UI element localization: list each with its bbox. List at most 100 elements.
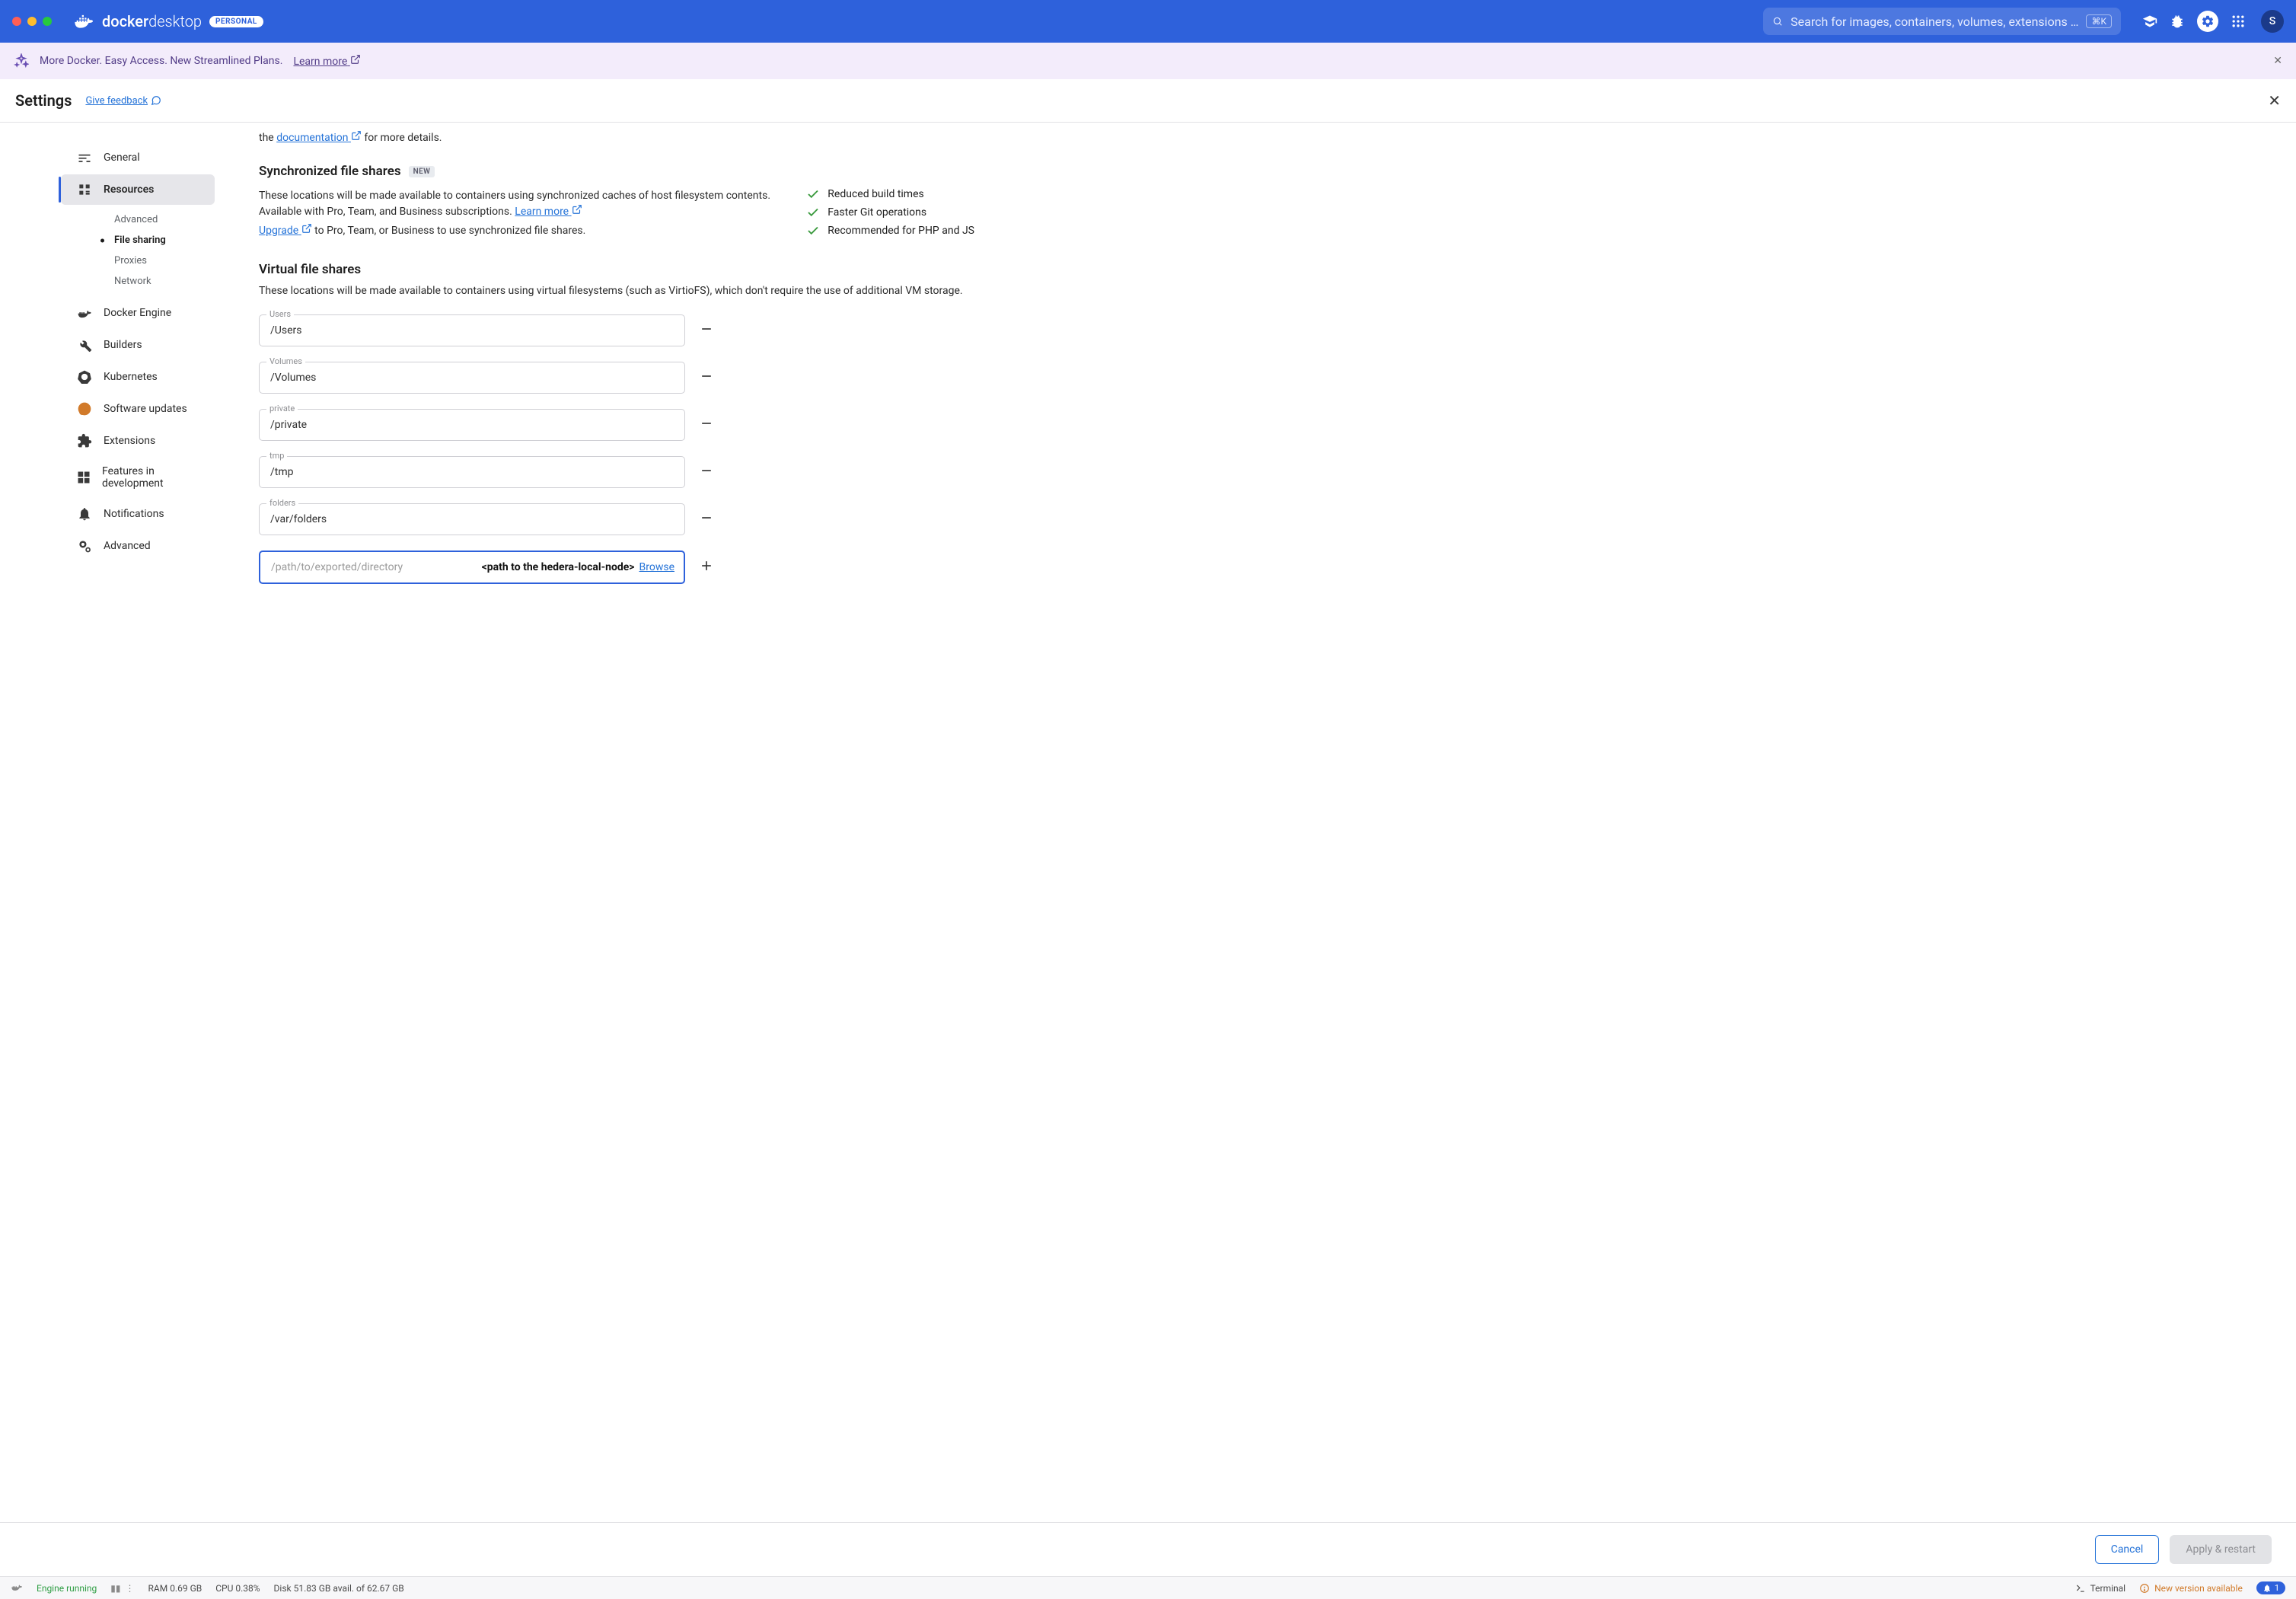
settings-close-button[interactable]: ✕ bbox=[2268, 91, 2281, 110]
sidebar-item-docker-engine[interactable]: Docker Engine bbox=[61, 298, 215, 328]
share-label: folders bbox=[266, 498, 298, 508]
remove-share-button[interactable] bbox=[699, 463, 714, 481]
window-controls bbox=[12, 17, 52, 26]
feedback-icon bbox=[151, 95, 161, 106]
sidebar-item-software-updates[interactable]: Software updates bbox=[61, 394, 215, 424]
sidebar-item-features[interactable]: Features in development bbox=[61, 458, 215, 497]
whale-status-icon bbox=[11, 1581, 23, 1595]
benefit-item: Recommended for PHP and JS bbox=[806, 222, 974, 240]
share-row: Volumes/Volumes bbox=[259, 362, 974, 394]
external-link-icon bbox=[351, 130, 362, 141]
documentation-link[interactable]: documentation bbox=[276, 132, 362, 144]
settings-header: Settings Give feedback ✕ bbox=[0, 79, 2296, 122]
sliders-icon bbox=[76, 150, 93, 165]
give-feedback-link[interactable]: Give feedback bbox=[85, 95, 161, 107]
upgrade-line: Upgrade to Pro, Team, or Business to use… bbox=[259, 223, 788, 239]
banner-learn-more-link[interactable]: Learn more bbox=[293, 54, 360, 68]
sidebar-item-extensions[interactable]: Extensions bbox=[61, 426, 215, 456]
sidebar-item-builders[interactable]: Builders bbox=[61, 330, 215, 360]
docker-whale-icon bbox=[73, 11, 94, 32]
cpu-stat: CPU 0.38% bbox=[215, 1583, 260, 1594]
sidebar-item-resources[interactable]: Resources bbox=[61, 174, 215, 205]
info-circle-icon bbox=[2139, 1583, 2150, 1594]
benefit-item: Faster Git operations bbox=[806, 203, 974, 222]
updates-icon bbox=[76, 401, 93, 417]
fullscreen-window-button[interactable] bbox=[43, 17, 52, 26]
share-row: tmp/tmp bbox=[259, 456, 974, 488]
settings-sidebar: General Resources Advanced File sharing … bbox=[0, 123, 228, 1522]
account-avatar[interactable]: S bbox=[2261, 10, 2284, 33]
ram-stat: RAM 0.69 GB bbox=[148, 1583, 202, 1594]
notification-count[interactable]: 1 bbox=[2256, 1581, 2285, 1594]
add-share-hint: <path to the hedera-local-node> bbox=[482, 561, 635, 573]
banner-text: More Docker. Easy Access. New Streamline… bbox=[40, 55, 282, 67]
minimize-window-button[interactable] bbox=[27, 17, 37, 26]
brand-text: dockerdesktop bbox=[102, 12, 202, 30]
status-bar: Engine running ▮▮ ⋮ RAM 0.69 GB CPU 0.38… bbox=[0, 1576, 2296, 1599]
check-icon bbox=[806, 224, 820, 238]
upgrade-link[interactable]: Upgrade bbox=[259, 225, 312, 237]
check-icon bbox=[806, 187, 820, 201]
share-path-input[interactable]: /private bbox=[259, 409, 685, 441]
terminal-icon bbox=[2075, 1583, 2086, 1594]
sidebar-item-notifications[interactable]: Notifications bbox=[61, 499, 215, 529]
sidebar-item-general[interactable]: General bbox=[61, 142, 215, 173]
learning-icon[interactable] bbox=[2142, 14, 2157, 29]
sync-shares-heading: Synchronized file shares NEW bbox=[259, 164, 974, 179]
benefit-item: Reduced build times bbox=[806, 185, 974, 203]
remove-share-button[interactable] bbox=[699, 321, 714, 340]
apply-restart-button[interactable]: Apply & restart bbox=[2170, 1535, 2272, 1564]
search-placeholder: Search for images, containers, volumes, … bbox=[1791, 14, 2078, 29]
sidebar-subitem-advanced[interactable]: Advanced bbox=[0, 209, 222, 230]
apps-grid-icon[interactable] bbox=[2231, 14, 2246, 29]
grid-icon bbox=[76, 470, 91, 485]
banner-close-button[interactable]: ✕ bbox=[2273, 55, 2282, 67]
titlebar: dockerdesktop PERSONAL Search for images… bbox=[0, 0, 2296, 43]
kubernetes-icon bbox=[76, 369, 93, 385]
bug-icon[interactable] bbox=[2170, 14, 2185, 29]
engine-status[interactable]: Engine running bbox=[37, 1583, 97, 1594]
benefit-list: Reduced build times Faster Git operation… bbox=[806, 185, 974, 240]
sync-description: These locations will be made available t… bbox=[259, 188, 788, 220]
sidebar-subitem-proxies[interactable]: Proxies bbox=[0, 251, 222, 271]
search-shortcut: ⌘K bbox=[2086, 14, 2112, 28]
add-share-input[interactable] bbox=[269, 560, 477, 575]
virtual-shares-heading: Virtual file shares bbox=[259, 262, 974, 277]
remove-share-button[interactable] bbox=[699, 369, 714, 387]
sync-learn-more-link[interactable]: Learn more bbox=[515, 206, 582, 218]
share-path-input[interactable]: /Volumes bbox=[259, 362, 685, 394]
resources-icon bbox=[76, 182, 93, 197]
terminal-button[interactable]: Terminal bbox=[2075, 1583, 2126, 1594]
external-link-icon bbox=[572, 204, 582, 215]
close-window-button[interactable] bbox=[12, 17, 21, 26]
sidebar-subitem-file-sharing[interactable]: File sharing bbox=[0, 230, 222, 251]
doc-partial-line: the documentation for more details. bbox=[259, 130, 974, 144]
share-row: folders/var/folders bbox=[259, 503, 974, 535]
share-path-input[interactable]: /tmp bbox=[259, 456, 685, 488]
sidebar-subitem-network[interactable]: Network bbox=[0, 271, 222, 292]
new-version-link[interactable]: New version available bbox=[2139, 1583, 2243, 1594]
global-search[interactable]: Search for images, containers, volumes, … bbox=[1763, 8, 2121, 35]
add-share-field[interactable]: <path to the hedera-local-node> Browse bbox=[259, 551, 685, 584]
pause-icon[interactable]: ▮▮ bbox=[110, 1583, 120, 1594]
gears-icon bbox=[76, 538, 93, 554]
share-label: Users bbox=[266, 309, 294, 319]
remove-share-button[interactable] bbox=[699, 416, 714, 434]
share-path-input[interactable]: /Users bbox=[259, 314, 685, 346]
sidebar-item-advanced[interactable]: Advanced bbox=[61, 531, 215, 561]
share-path-input[interactable]: /var/folders bbox=[259, 503, 685, 535]
add-share-button[interactable] bbox=[699, 558, 714, 576]
settings-content: the documentation for more details. Sync… bbox=[228, 123, 2296, 1522]
share-label: tmp bbox=[266, 451, 287, 461]
settings-icon[interactable] bbox=[2197, 11, 2218, 32]
status-menu-button[interactable]: ⋮ bbox=[126, 1583, 135, 1594]
share-label: Volumes bbox=[266, 356, 305, 366]
cancel-button[interactable]: Cancel bbox=[2095, 1535, 2160, 1564]
sparkle-icon bbox=[14, 53, 29, 69]
check-icon bbox=[806, 206, 820, 219]
titlebar-icons: S bbox=[2142, 10, 2284, 33]
page-title: Settings bbox=[15, 91, 72, 110]
browse-button[interactable]: Browse bbox=[639, 561, 674, 573]
remove-share-button[interactable] bbox=[699, 510, 714, 528]
sidebar-item-kubernetes[interactable]: Kubernetes bbox=[61, 362, 215, 392]
